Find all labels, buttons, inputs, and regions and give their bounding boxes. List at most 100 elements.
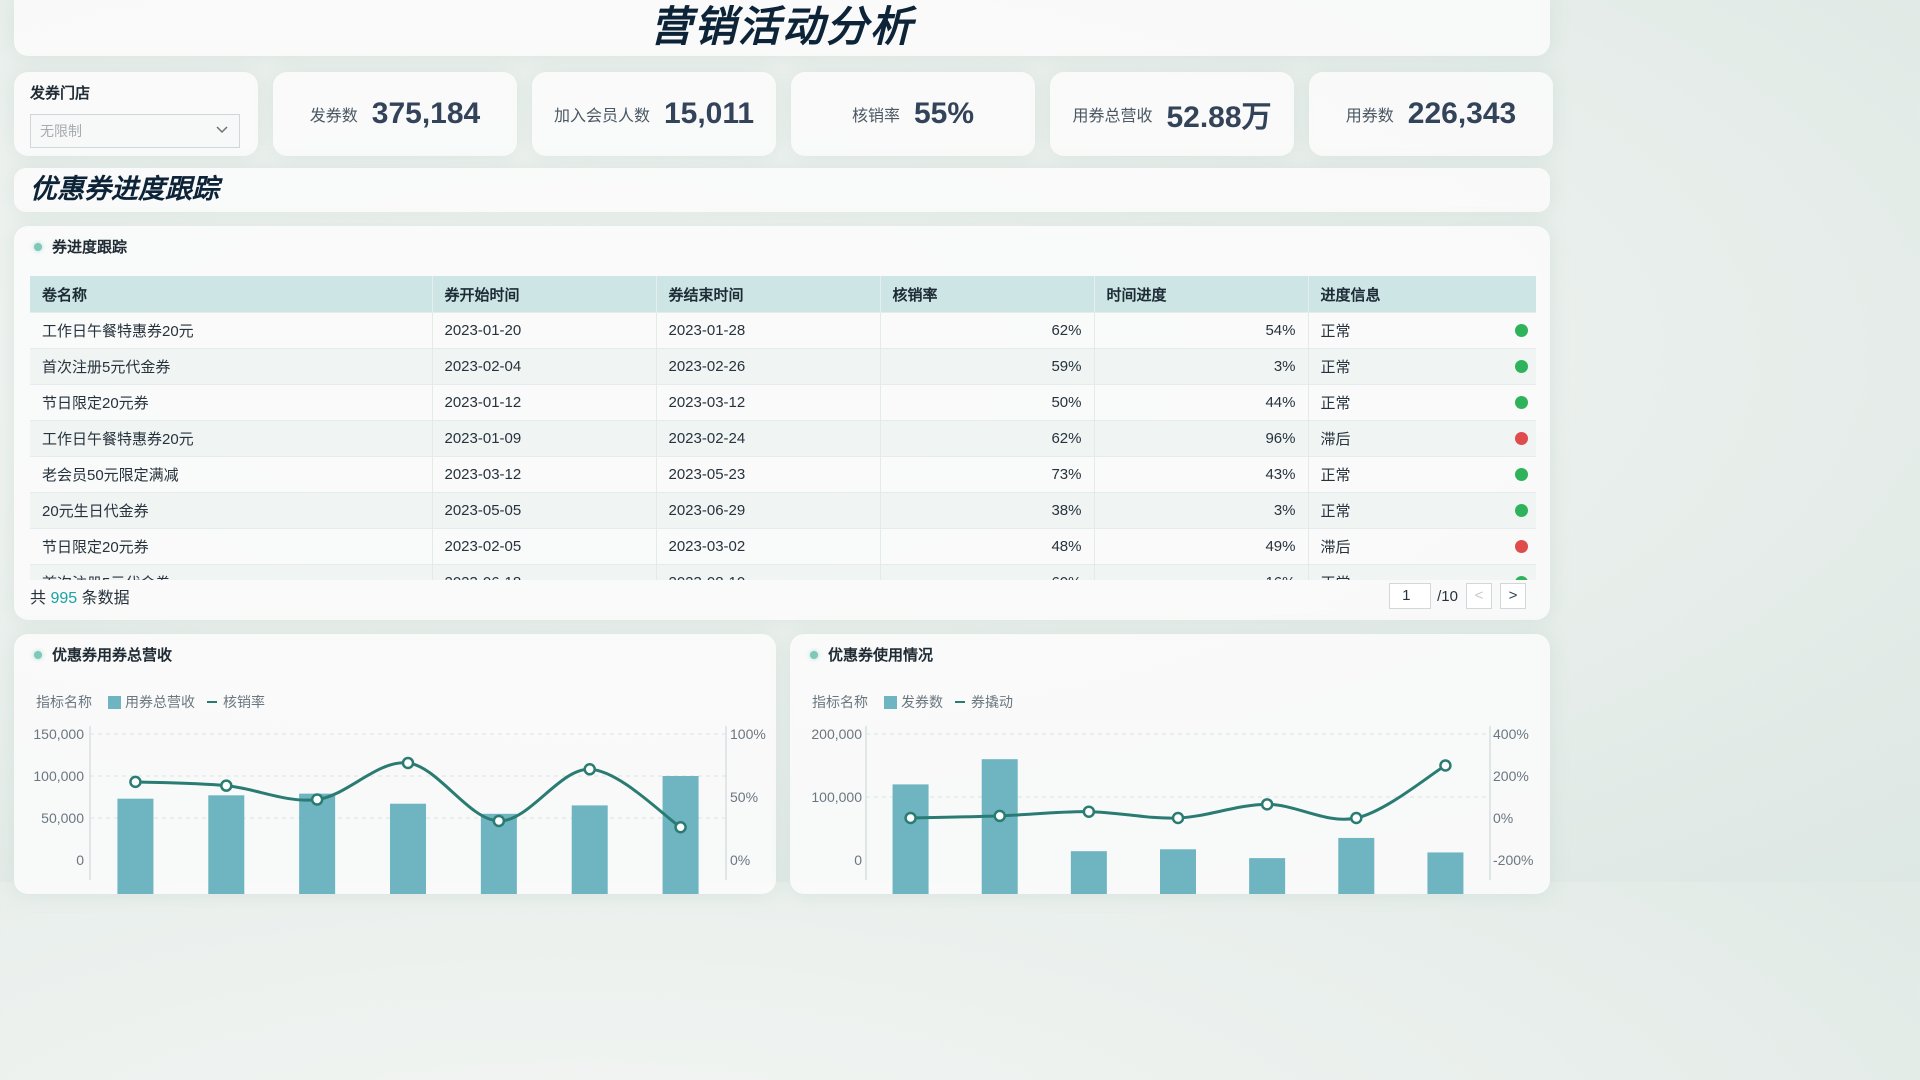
cell-end-date: 2023-02-24 [656, 420, 881, 457]
y-tick-label-right: 100% [730, 726, 766, 742]
bar [1427, 852, 1464, 894]
kpi-label: 用券总营收 [1072, 108, 1153, 125]
bar [1070, 851, 1107, 894]
cell-coupon-name: 工作日午餐特惠券20元 [30, 312, 433, 349]
title-bar: 营销活动分析 [14, 0, 1550, 56]
column-header[interactable]: 卷名称 [30, 276, 433, 313]
cell-status: 滞后 [1308, 420, 1536, 457]
footer-suffix: 条数据 [81, 590, 130, 607]
cell-redemption-rate: 59% [880, 348, 1095, 385]
line-point [1350, 811, 1363, 825]
cell-coupon-name: 老会员50元限定满减 [30, 456, 433, 493]
table-row[interactable]: 节日限定20元券 2023-02-05 2023-03-02 48% 49% 滞后 [30, 528, 1536, 565]
cell-start-date: 2023-01-12 [432, 384, 657, 421]
line-point [674, 820, 687, 834]
line-point [993, 809, 1006, 823]
y-tick-label-left: 0 [76, 852, 84, 868]
cell-start-date: 2023-01-20 [432, 312, 657, 349]
table-row[interactable]: 20元生日代金券 2023-05-05 2023-06-29 38% 3% 正常 [30, 492, 1536, 529]
column-header[interactable]: 时间进度 [1094, 276, 1309, 313]
line-point [1439, 759, 1452, 772]
column-header[interactable]: 券结束时间 [656, 276, 881, 313]
cell-coupon-name: 首次注册5元代金券 [30, 564, 433, 580]
coupon-progress-panel: 券进度跟踪 卷名称 券开始时间 券结束时间 核销率 时间进度 进度信息 工作日午… [14, 226, 1550, 620]
cell-redemption-rate: 60% [880, 564, 1095, 580]
bar [892, 784, 929, 894]
footer-prefix: 共 [30, 590, 47, 607]
kpi-card-revenue: 用券总营收 52.88万 [1050, 72, 1294, 156]
cell-start-date: 2023-02-05 [432, 528, 657, 565]
panel-title: 券进度跟踪 [52, 239, 128, 256]
cell-end-date: 2023-01-28 [656, 312, 881, 349]
store-filter: 发券门店 无限制 [14, 72, 258, 156]
kpi-value: 375,184 [371, 97, 481, 130]
cell-end-date: 2023-08-10 [656, 564, 881, 580]
table-row[interactable]: 老会员50元限定满减 2023-03-12 2023-05-23 73% 43% 正常 [30, 456, 1536, 493]
cell-redemption-rate: 38% [880, 492, 1095, 529]
store-filter-label: 发券门店 [30, 85, 91, 102]
cell-start-date: 2023-01-09 [432, 420, 657, 457]
kpi-card-members: 加入会员人数 15,011 [532, 72, 776, 156]
cell-status: 正常 [1308, 384, 1536, 421]
bar [981, 759, 1018, 894]
revenue-chart-panel: 优惠券用券总营收 指标名称 用券总营收 核销率 0 50,000 100,000 15… [14, 634, 776, 894]
cell-coupon-name: 节日限定20元券 [30, 384, 433, 421]
column-header[interactable]: 券开始时间 [432, 276, 657, 313]
table-row[interactable]: 工作日午餐特惠券20元 2023-01-20 2023-01-28 62% 54% 正常 [30, 312, 1536, 349]
table-scroll-area[interactable]: 卷名称 券开始时间 券结束时间 核销率 时间进度 进度信息 工作日午餐特惠券20… [30, 276, 1536, 580]
total-count: 995 [50, 590, 78, 607]
cell-end-date: 2023-03-02 [656, 528, 881, 565]
pagination: 1 /10 < > [1389, 583, 1526, 609]
line-point [1082, 805, 1096, 818]
cell-start-date: 2023-03-12 [432, 456, 657, 493]
kpi-card-redemption-rate: 核销率 55% [791, 72, 1035, 156]
bar [1338, 837, 1375, 894]
table-row[interactable]: 工作日午餐特惠券20元 2023-01-09 2023-02-24 62% 96% 滞后 [30, 420, 1536, 457]
cell-coupon-name: 工作日午餐特惠券20元 [30, 420, 433, 457]
kpi-label: 加入会员人数 [553, 108, 650, 125]
y-tick-label-right: 50% [730, 789, 758, 805]
page-total: /10 [1437, 587, 1458, 605]
store-filter-select[interactable]: 无限制 [30, 114, 240, 148]
line-point [1260, 798, 1274, 811]
status-dot-icon [1514, 396, 1528, 409]
status-dot-icon [1514, 540, 1528, 553]
usage-chart: 0 100,000 200,000 -200% 0% 200% 400% [811, 726, 1533, 894]
y-tick-label-right: 0% [1493, 810, 1513, 826]
cell-status: 正常 [1308, 348, 1536, 385]
line-point [129, 775, 142, 789]
cell-redemption-rate: 62% [880, 312, 1095, 349]
kpi-label: 核销率 [851, 108, 900, 125]
column-header[interactable]: 进度信息 [1308, 276, 1536, 313]
cell-end-date: 2023-03-12 [656, 384, 881, 421]
status-dot-icon [1514, 324, 1528, 337]
page-input[interactable]: 1 [1389, 583, 1432, 609]
coupon-table: 卷名称 券开始时间 券结束时间 核销率 时间进度 进度信息 工作日午餐特惠券20… [30, 276, 1536, 580]
bar [1160, 849, 1196, 894]
cell-end-date: 2023-02-26 [656, 348, 881, 385]
cell-time-progress: 3% [1094, 492, 1309, 529]
cell-status: 正常 [1308, 312, 1536, 349]
table-row[interactable]: 首次注册5元代金券2023-06-182023-08-1060%16%正常 [30, 564, 1536, 580]
kpi-label: 用券数 [1345, 108, 1394, 125]
next-page-button[interactable]: > [1500, 583, 1526, 609]
y-tick-label-left: 200,000 [811, 726, 862, 742]
cell-status: 正常 [1308, 564, 1536, 580]
table-row[interactable]: 节日限定20元券 2023-01-12 2023-03-12 50% 44% 正常 [30, 384, 1536, 421]
y-tick-label-left: 0 [854, 852, 862, 868]
status-dot-icon [1514, 360, 1528, 373]
status-dot-icon [1514, 504, 1528, 517]
bar [390, 803, 426, 894]
cell-redemption-rate: 73% [880, 456, 1095, 493]
section-title: 优惠券进度跟踪 [30, 174, 219, 205]
cell-start-date: 2023-02-04 [432, 348, 657, 385]
section-bar: 优惠券进度跟踪 [14, 168, 1550, 212]
table-row[interactable]: 首次注册5元代金券 2023-02-04 2023-02-26 59% 3% 正常 [30, 348, 1536, 385]
line-point [1171, 811, 1185, 825]
cell-start-date: 2023-06-18 [432, 564, 657, 580]
column-header[interactable]: 核销率 [880, 276, 1095, 313]
prev-page-button[interactable]: < [1466, 583, 1492, 609]
line-point [583, 763, 596, 776]
cell-coupon-name: 首次注册5元代金券 [30, 348, 433, 385]
line-point [310, 793, 324, 806]
